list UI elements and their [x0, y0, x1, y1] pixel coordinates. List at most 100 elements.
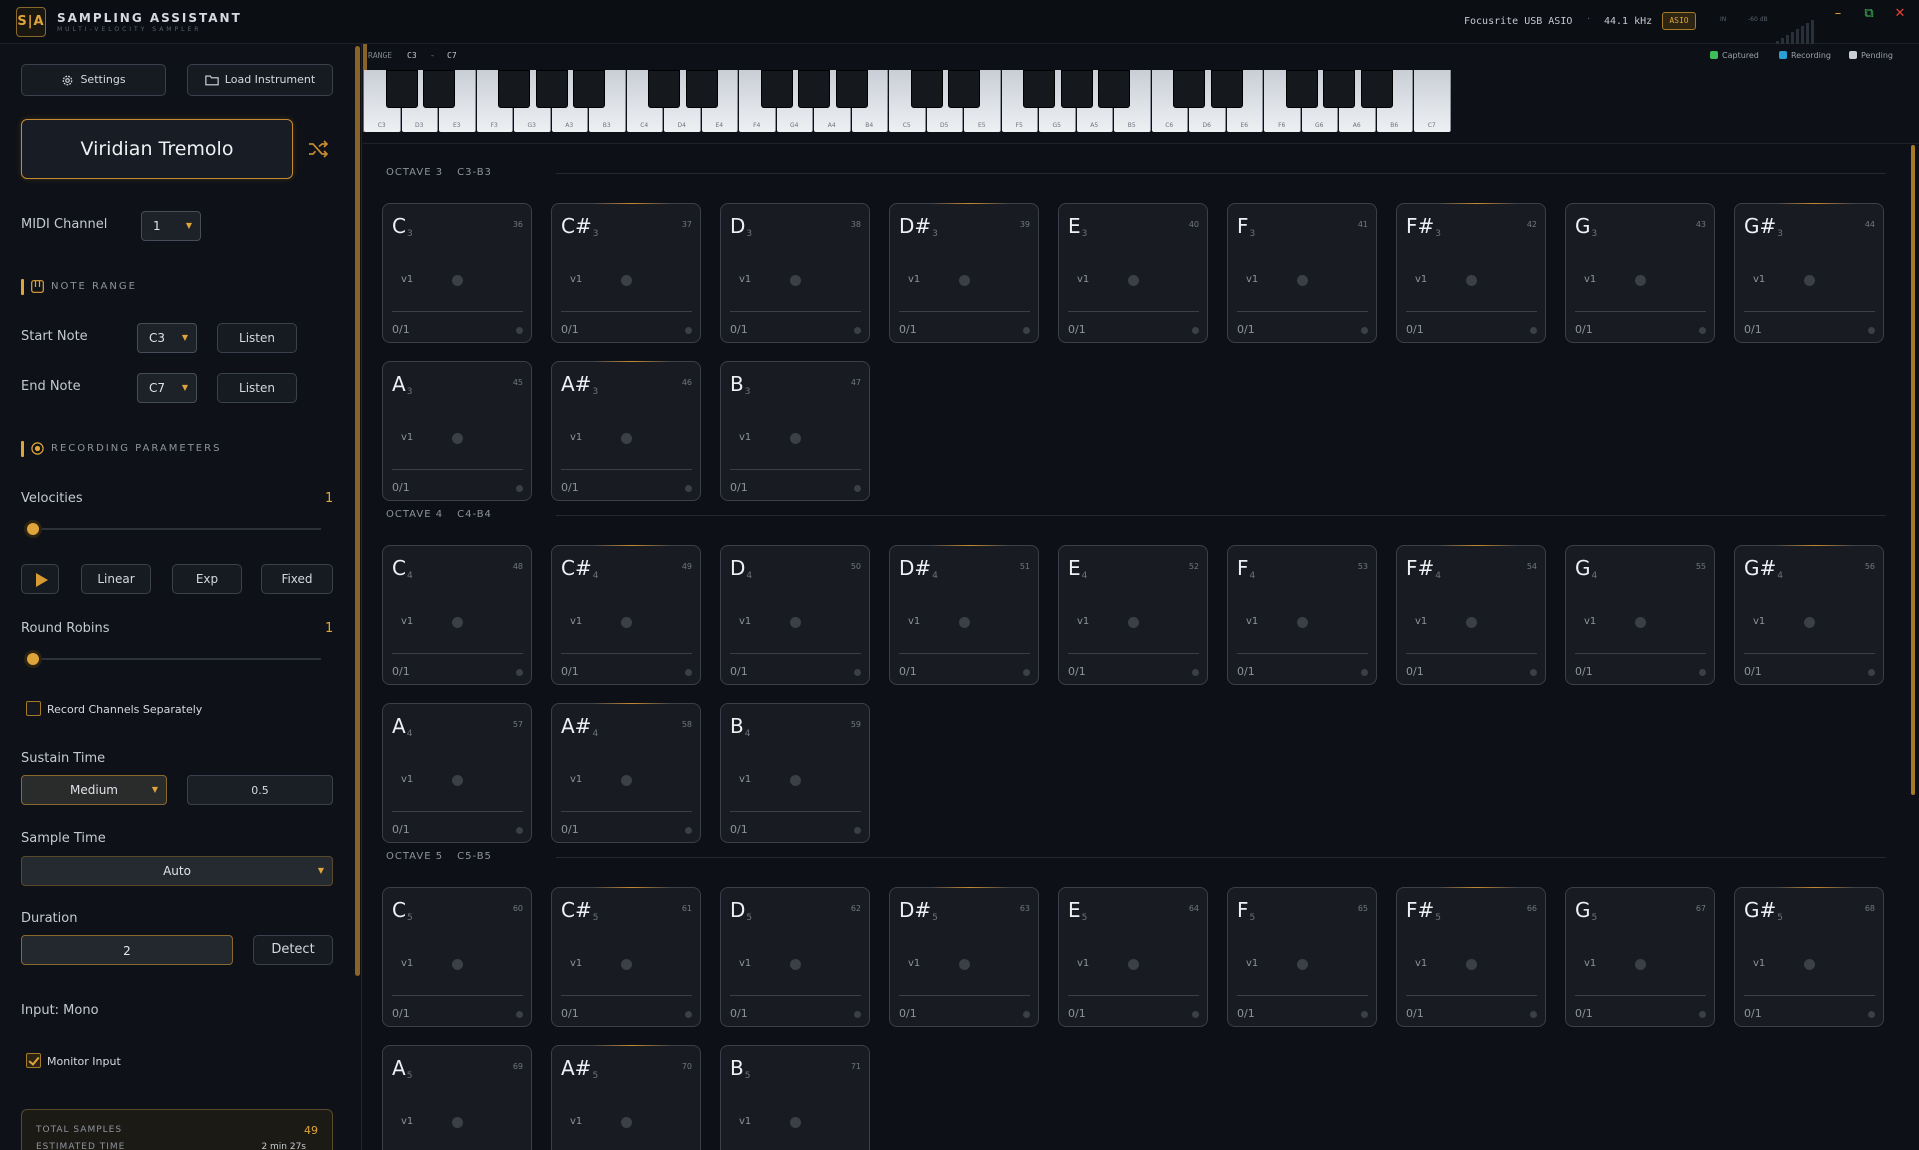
- end-listen-button[interactable]: Listen: [217, 373, 297, 403]
- piano-black-key[interactable]: [1360, 70, 1393, 108]
- shuffle-icon[interactable]: [306, 137, 330, 161]
- detect-button[interactable]: Detect: [253, 935, 333, 965]
- velocity-layer-label: v1: [908, 274, 921, 285]
- play-preview-button[interactable]: [21, 564, 59, 594]
- velocities-slider-thumb[interactable]: [24, 520, 42, 538]
- sample-progress-line: [730, 811, 861, 812]
- note-card[interactable]: G3 43 v1 0/1: [1565, 203, 1715, 343]
- note-card[interactable]: D5 62 v1 0/1: [720, 887, 870, 1027]
- note-card[interactable]: F5 65 v1 0/1: [1227, 887, 1377, 1027]
- sidebar-scrollbar[interactable]: [355, 46, 360, 976]
- note-card[interactable]: D#5 63 v1 0/1: [889, 887, 1039, 1027]
- curve-linear-button[interactable]: Linear: [81, 564, 151, 594]
- note-card[interactable]: G5 67 v1 0/1: [1565, 887, 1715, 1027]
- piano-black-key[interactable]: [1323, 70, 1355, 108]
- note-name: G#3: [1744, 214, 1783, 239]
- note-card[interactable]: A#4 58 v1 0/1: [551, 703, 701, 843]
- note-card[interactable]: G4 55 v1 0/1: [1565, 545, 1715, 685]
- note-card[interactable]: F3 41 v1 0/1: [1227, 203, 1377, 343]
- sustain-number-field[interactable]: 0.5: [187, 775, 333, 805]
- minimize-button[interactable]: –: [1827, 4, 1849, 24]
- piano-black-key[interactable]: [1060, 70, 1093, 108]
- note-card[interactable]: A4 57 v1 0/1: [382, 703, 532, 843]
- sample-time-select[interactable]: Auto ▼: [21, 856, 333, 886]
- audio-device-label[interactable]: Focusrite USB ASIO: [1464, 16, 1572, 27]
- note-card[interactable]: A#3 46 v1 0/1: [551, 361, 701, 501]
- note-octave: 3: [406, 229, 413, 239]
- load-instrument-button[interactable]: Load Instrument: [187, 64, 333, 96]
- note-card[interactable]: B571v10/1: [720, 1045, 870, 1150]
- note-card[interactable]: G#3 44 v1 0/1: [1734, 203, 1884, 343]
- velocity-status-dot: [1466, 959, 1477, 970]
- note-card[interactable]: D3 38 v1 0/1: [720, 203, 870, 343]
- range-end-value: C7: [447, 51, 457, 60]
- piano-black-key[interactable]: [385, 70, 418, 108]
- settings-button[interactable]: Settings: [21, 64, 166, 96]
- note-letter: A#: [561, 1056, 592, 1080]
- midi-number: 69: [512, 1062, 523, 1071]
- round-robins-slider-track[interactable]: [33, 658, 321, 660]
- velocities-slider-track[interactable]: [33, 528, 321, 530]
- grid-scrollbar[interactable]: [1911, 145, 1915, 795]
- midi-channel-select[interactable]: 1 ▼: [141, 211, 201, 241]
- curve-exp-button[interactable]: Exp: [172, 564, 242, 594]
- note-card[interactable]: C#4 49 v1 0/1: [551, 545, 701, 685]
- piano-black-key[interactable]: [1173, 70, 1205, 108]
- velocity-layer-label: v1: [1246, 616, 1259, 627]
- note-card[interactable]: D4 50 v1 0/1: [720, 545, 870, 685]
- sustain-time-select[interactable]: Medium ▼: [21, 775, 167, 805]
- piano-black-key[interactable]: [910, 70, 943, 108]
- piano-black-key[interactable]: [798, 70, 830, 108]
- duration-input[interactable]: 2: [21, 935, 233, 965]
- note-card[interactable]: C5 60 v1 0/1: [382, 887, 532, 1027]
- record-separately-checkbox[interactable]: [26, 701, 41, 716]
- note-card[interactable]: E5 64 v1 0/1: [1058, 887, 1208, 1027]
- piano-black-key[interactable]: [1210, 70, 1243, 108]
- piano-black-key[interactable]: [1285, 70, 1318, 108]
- piano-black-key[interactable]: [1098, 70, 1130, 108]
- round-robins-slider-thumb[interactable]: [24, 650, 42, 668]
- note-card[interactable]: A#570v10/1: [551, 1045, 701, 1150]
- piano-black-key[interactable]: [835, 70, 868, 108]
- velocity-layer-label: v1: [1753, 616, 1766, 627]
- end-note-select[interactable]: C7 ▼: [137, 373, 197, 403]
- monitor-input-checkbox[interactable]: [26, 1053, 41, 1068]
- note-card[interactable]: C4 48 v1 0/1: [382, 545, 532, 685]
- close-button[interactable]: ✕: [1889, 4, 1911, 24]
- note-card[interactable]: B3 47 v1 0/1: [720, 361, 870, 501]
- note-octave: 3: [406, 387, 413, 397]
- record-separately-label[interactable]: Record Channels Separately: [47, 703, 202, 716]
- piano-black-key[interactable]: [573, 70, 605, 108]
- note-card[interactable]: A3 45 v1 0/1: [382, 361, 532, 501]
- piano-black-key[interactable]: [648, 70, 680, 108]
- instrument-name-display[interactable]: Viridian Tremolo: [21, 119, 293, 179]
- note-card[interactable]: C3 36 v1 0/1: [382, 203, 532, 343]
- curve-fixed-button[interactable]: Fixed: [261, 564, 333, 594]
- piano-black-key[interactable]: [498, 70, 530, 108]
- monitor-input-label[interactable]: Monitor Input: [47, 1055, 121, 1068]
- note-card[interactable]: E3 40 v1 0/1: [1058, 203, 1208, 343]
- start-listen-button[interactable]: Listen: [217, 323, 297, 353]
- note-card[interactable]: F#5 66 v1 0/1: [1396, 887, 1546, 1027]
- note-card[interactable]: D#3 39 v1 0/1: [889, 203, 1039, 343]
- maximize-button[interactable]: ⧉: [1858, 4, 1880, 24]
- note-card[interactable]: G#5 68 v1 0/1: [1734, 887, 1884, 1027]
- piano-white-key[interactable]: C7: [1414, 70, 1451, 132]
- note-card[interactable]: B4 59 v1 0/1: [720, 703, 870, 843]
- note-card[interactable]: C#5 61 v1 0/1: [551, 887, 701, 1027]
- note-card[interactable]: A569v10/1: [382, 1045, 532, 1150]
- piano-black-key[interactable]: [423, 70, 455, 108]
- note-card[interactable]: F#4 54 v1 0/1: [1396, 545, 1546, 685]
- note-card[interactable]: F4 53 v1 0/1: [1227, 545, 1377, 685]
- piano-black-key[interactable]: [535, 70, 568, 108]
- piano-black-key[interactable]: [760, 70, 793, 108]
- piano-black-key[interactable]: [1023, 70, 1055, 108]
- piano-black-key[interactable]: [948, 70, 980, 108]
- piano-black-key[interactable]: [685, 70, 718, 108]
- note-card[interactable]: E4 52 v1 0/1: [1058, 545, 1208, 685]
- start-note-select[interactable]: C3 ▼: [137, 323, 197, 353]
- note-card[interactable]: F#3 42 v1 0/1: [1396, 203, 1546, 343]
- note-card[interactable]: D#4 51 v1 0/1: [889, 545, 1039, 685]
- note-card[interactable]: C#3 37 v1 0/1: [551, 203, 701, 343]
- note-card[interactable]: G#4 56 v1 0/1: [1734, 545, 1884, 685]
